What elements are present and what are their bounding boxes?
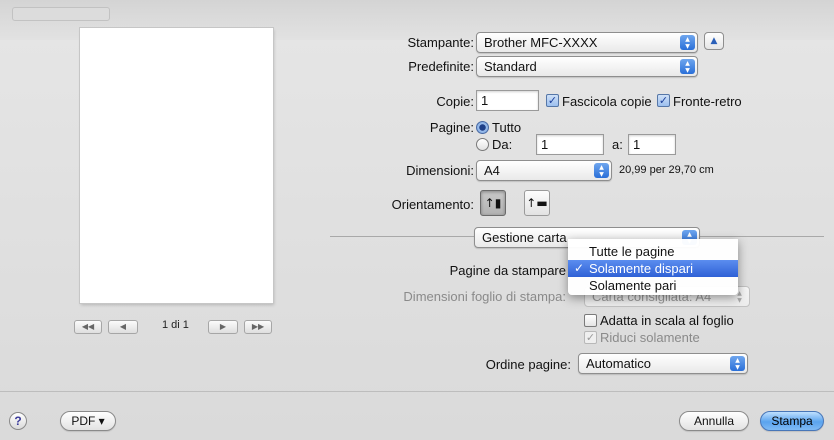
help-button[interactable]: ?	[9, 412, 27, 430]
printer-label: Stampante:	[407, 35, 475, 50]
page-preview	[80, 28, 273, 303]
pages-from-field[interactable]: 1	[536, 134, 604, 155]
next-page-icon: ▶	[219, 322, 227, 331]
presets-select[interactable]: Standard ▲ ▼	[476, 56, 698, 77]
printer-value: Brother MFC-XXXX	[484, 35, 598, 50]
first-page-button[interactable]: ◀◀	[74, 320, 102, 334]
previous-page-button[interactable]: ◀	[108, 320, 138, 334]
last-page-icon: ▶▶	[251, 322, 265, 331]
panel-value: Gestione carta	[482, 230, 567, 245]
popup-arrows-icon: ▲▼	[594, 163, 609, 178]
last-page-button[interactable]: ▶▶	[244, 320, 272, 334]
pages-from-label: Da:	[492, 137, 513, 152]
first-page-icon: ◀◀	[81, 322, 95, 331]
menu-item-even-pages[interactable]: Solamente pari	[568, 277, 738, 294]
scale-down-only-checkbox[interactable]: ✓	[584, 331, 597, 344]
page-order-select[interactable]: Automatico ▲ ▼	[578, 353, 748, 374]
print-button[interactable]: Stampa	[760, 411, 824, 431]
landscape-orientation-icon: ↑▬	[526, 196, 548, 210]
duplex-checkbox[interactable]: ✓	[657, 94, 670, 107]
footer-divider	[0, 391, 834, 392]
scale-to-fit-label: Adatta in scala al foglio	[600, 313, 734, 328]
menu-item-all-pages[interactable]: Tutte le pagine	[568, 243, 738, 260]
pages-to-print-menu: Tutte le pagine ✓ Solamente dispari Solam…	[568, 239, 738, 295]
collate-label: Fascicola copie	[562, 94, 652, 109]
next-page-button[interactable]: ▶	[208, 320, 238, 334]
scale-to-fit-checkbox[interactable]	[584, 314, 597, 327]
checkmark-icon: ✓	[547, 94, 558, 107]
portrait-orientation-button[interactable]: ↑▮	[480, 190, 506, 216]
pages-all-radio[interactable]	[476, 121, 489, 134]
printer-select[interactable]: Brother MFC-XXXX ▲ ▼	[476, 32, 698, 53]
checkmark-icon: ✓	[574, 261, 585, 275]
copies-label: Copie:	[436, 94, 474, 109]
presets-label: Predefinite:	[408, 59, 474, 74]
pages-range-radio[interactable]	[476, 138, 489, 151]
pages-all-label: Tutto	[492, 120, 522, 135]
page-order-label: Ordine pagine:	[485, 357, 571, 372]
pages-to-label: a:	[612, 137, 623, 152]
destination-paper-label: Dimensioni foglio di stampa:	[403, 289, 566, 304]
checkmark-icon: ✓	[658, 94, 669, 107]
paper-size-value: A4	[484, 163, 500, 178]
copies-field[interactable]: 1	[476, 90, 539, 111]
pdf-menu-button[interactable]: PDF ▾	[60, 411, 116, 431]
duplex-label: Fronte-retro	[673, 94, 742, 109]
paper-dimensions-text: 20,99 per 29,70 cm	[619, 164, 714, 176]
disclosure-triangle-icon: ▲	[710, 36, 718, 46]
scale-down-only-label: Riduci solamente	[600, 330, 700, 345]
presets-value: Standard	[484, 59, 537, 74]
checkmark-icon: ✓	[585, 331, 596, 344]
collapse-details-button[interactable]: ▲	[704, 32, 724, 50]
toolbar-ghost-tab	[12, 7, 110, 21]
landscape-orientation-button[interactable]: ↑▬	[524, 190, 550, 216]
paper-size-label: Dimensioni:	[406, 163, 474, 178]
paper-size-select[interactable]: A4 ▲ ▼	[476, 160, 612, 181]
orientation-label: Orientamento:	[391, 197, 474, 212]
pages-to-print-label: Pagine da stampare	[449, 263, 566, 278]
pages-to-field[interactable]: 1	[628, 134, 676, 155]
menu-item-odd-pages[interactable]: ✓ Solamente dispari	[568, 260, 738, 277]
portrait-orientation-icon: ↑▮	[484, 196, 502, 210]
popup-arrows-icon: ▲▼	[680, 59, 695, 74]
previous-page-icon: ◀	[119, 322, 127, 331]
popup-arrows-icon: ▲▼	[730, 356, 745, 371]
page-order-value: Automatico	[586, 356, 652, 371]
cancel-button[interactable]: Annulla	[679, 411, 749, 431]
collate-checkbox[interactable]: ✓	[546, 94, 559, 107]
help-icon: ?	[14, 414, 22, 428]
page-counter: 1 di 1	[162, 319, 189, 331]
pages-label: Pagine:	[429, 120, 474, 135]
popup-arrows-icon: ▲▼	[680, 35, 695, 50]
